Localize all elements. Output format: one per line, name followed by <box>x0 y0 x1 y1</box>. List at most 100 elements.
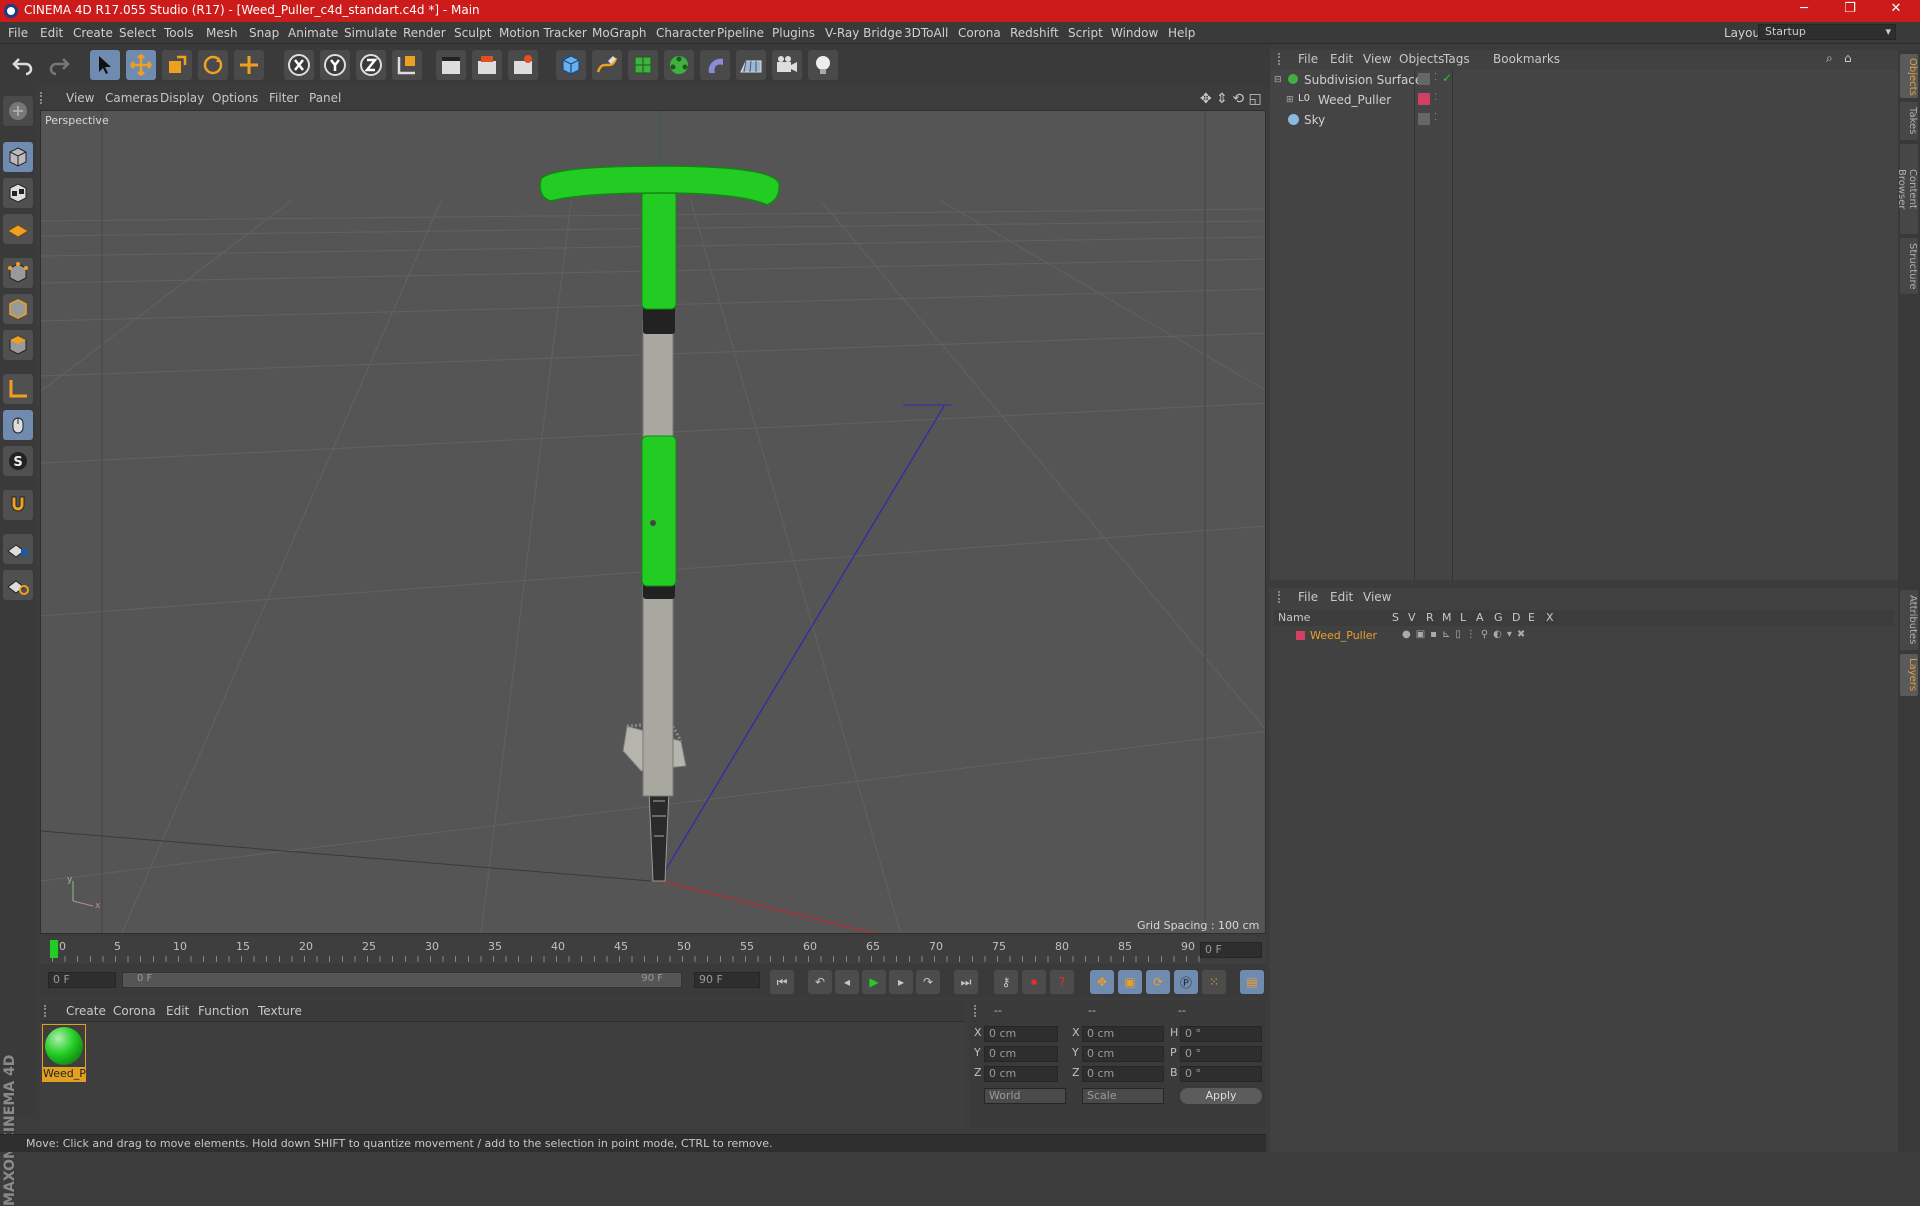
menu-create[interactable]: Create <box>73 26 113 40</box>
add-floor-button[interactable] <box>736 50 766 80</box>
x-axis-lock-button[interactable] <box>284 50 314 80</box>
layer-col-view[interactable]: V <box>1408 611 1416 624</box>
objects-menu-view[interactable]: View <box>1363 52 1391 66</box>
menu-character[interactable]: Character <box>656 26 715 40</box>
size-x-field[interactable]: 0 cm <box>1082 1026 1164 1042</box>
menu-sculpt[interactable]: Sculpt <box>454 26 491 40</box>
playhead[interactable] <box>50 940 58 958</box>
object-row-weed-puller[interactable]: ⊞ L0 Weed_Puller ⁚ <box>1270 90 1898 110</box>
visibility-dots-icon[interactable]: ⁚ <box>1434 112 1437 123</box>
collapse-icon[interactable]: ⊟ <box>1274 75 1282 85</box>
menu-3dtoall[interactable]: 3DToAll <box>904 26 948 40</box>
z-axis-lock-button[interactable] <box>356 50 386 80</box>
motion-record-button[interactable]: ⚷ <box>994 970 1018 994</box>
menu-edit[interactable]: Edit <box>40 26 63 40</box>
object-row-sky[interactable]: Sky ⁚ <box>1270 110 1898 130</box>
go-to-end-button[interactable]: ⏭ <box>954 970 978 994</box>
workplane-mode-button[interactable] <box>3 214 33 244</box>
menu-window[interactable]: Window <box>1111 26 1158 40</box>
add-array-button[interactable] <box>664 50 694 80</box>
timeline-ruler[interactable]: 0 5 10 15 20 25 30 35 40 45 50 55 60 65 … <box>40 936 1266 964</box>
key-scale-button[interactable]: ▣ <box>1118 970 1142 994</box>
menu-motion-tracker[interactable]: Motion Tracker <box>499 26 587 40</box>
visibility-dots-icon[interactable]: ⁚ <box>1434 92 1437 103</box>
add-spline-button[interactable] <box>592 50 622 80</box>
points-mode-button[interactable] <box>3 258 33 288</box>
add-light-button[interactable] <box>808 50 838 80</box>
add-deformer-button[interactable] <box>700 50 730 80</box>
enabled-check-icon[interactable]: ✓ <box>1442 71 1452 85</box>
tweak-mode-button[interactable] <box>3 410 33 440</box>
rotation-p-field[interactable]: 0 ° <box>1180 1046 1262 1062</box>
menu-pipeline[interactable]: Pipeline <box>717 26 764 40</box>
size-z-field[interactable]: 0 cm <box>1082 1066 1164 1082</box>
key-pla-button[interactable]: ⁙ <box>1202 970 1226 994</box>
frame-range-slider[interactable]: 0 F 90 F <box>122 972 682 988</box>
layout-dropdown[interactable]: Startup ▾ <box>1758 24 1896 40</box>
layer-col-deformers[interactable]: D <box>1512 611 1520 624</box>
viewport-menu-panel[interactable]: Panel <box>309 91 341 105</box>
layer-row[interactable]: Weed_Puller ●▣▪⊾▯⋮⚲◐▾✖ <box>1274 628 1894 644</box>
menu-mesh[interactable]: Mesh <box>206 26 238 40</box>
edges-mode-button[interactable] <box>3 294 33 324</box>
scale-tool-button[interactable] <box>162 50 192 80</box>
locked-workplane-button[interactable] <box>3 534 33 564</box>
search-icon[interactable]: ⌕ <box>1826 51 1833 66</box>
menu-tools[interactable]: Tools <box>164 26 194 40</box>
go-to-start-button[interactable]: ⏮ <box>770 970 794 994</box>
material-menu-texture[interactable]: Texture <box>258 1004 302 1018</box>
tab-takes[interactable]: Takes <box>1900 102 1918 140</box>
viewport-menu-view[interactable]: View <box>66 91 94 105</box>
snapping-button[interactable]: S <box>3 446 33 476</box>
layer-col-animation[interactable]: A <box>1476 611 1484 624</box>
home-icon[interactable]: ⌂ <box>1844 51 1852 65</box>
render-settings-button[interactable] <box>508 50 538 80</box>
previous-key-button[interactable]: ↶ <box>808 970 832 994</box>
visibility-dots-icon[interactable]: ⁚ <box>1434 72 1437 83</box>
model-mode-button[interactable] <box>3 142 33 172</box>
make-editable-button[interactable] <box>3 96 33 126</box>
next-key-button[interactable]: ↷ <box>916 970 940 994</box>
add-camera-button[interactable] <box>772 50 802 80</box>
current-frame-field[interactable]: 0 F <box>1200 942 1262 958</box>
coordinate-mode-dropdown[interactable]: World <box>984 1088 1066 1104</box>
render-picture-viewer-button[interactable] <box>472 50 502 80</box>
viewport-menu-filter[interactable]: Filter <box>269 91 299 105</box>
material-menu-corona[interactable]: Corona <box>113 1004 156 1018</box>
live-selection-button[interactable] <box>90 50 120 80</box>
timeline-window-button[interactable]: ▤ <box>1240 970 1264 994</box>
rotate-tool-button[interactable] <box>198 50 228 80</box>
viewport-menu-options[interactable]: Options <box>212 91 258 105</box>
maximize-button[interactable]: ❐ <box>1830 1 1870 16</box>
layer-toggle-icons[interactable]: ●▣▪⊾▯⋮⚲◐▾✖ <box>1402 629 1530 640</box>
redo-button[interactable] <box>44 50 74 80</box>
menu-corona[interactable]: Corona <box>958 26 1001 40</box>
layer-col-xref[interactable]: X <box>1546 611 1554 624</box>
material-menu-edit[interactable]: Edit <box>166 1004 189 1018</box>
menu-animate[interactable]: Animate <box>288 26 338 40</box>
apply-button[interactable]: Apply <box>1180 1088 1262 1104</box>
record-button[interactable]: ⏺ <box>1022 970 1046 994</box>
key-position-button[interactable]: ✥ <box>1090 970 1114 994</box>
key-parameter-button[interactable]: Ⓟ <box>1174 970 1198 994</box>
polygons-mode-button[interactable] <box>3 330 33 360</box>
render-view-button[interactable] <box>436 50 466 80</box>
viewport-navigate-icons[interactable]: ✥ ⇕ ⟲ ◱ <box>1200 91 1262 107</box>
perspective-viewport[interactable]: Perspective y x Grid Spacing : 100 cm <box>40 110 1266 934</box>
layer-col-render[interactable]: R <box>1426 611 1434 624</box>
undo-button[interactable] <box>8 50 38 80</box>
menu-help[interactable]: Help <box>1168 26 1195 40</box>
menu-redshift[interactable]: Redshift <box>1010 26 1059 40</box>
tab-objects[interactable]: Objects <box>1900 54 1918 98</box>
end-frame-field[interactable]: 90 F <box>694 972 760 988</box>
layer-col-expressions[interactable]: E <box>1528 611 1535 624</box>
objects-menu-objects[interactable]: Objects <box>1399 52 1444 66</box>
position-z-field[interactable]: 0 cm <box>984 1066 1058 1082</box>
menu-simulate[interactable]: Simulate <box>344 26 397 40</box>
texture-mode-button[interactable] <box>3 178 33 208</box>
planar-workplane-button[interactable] <box>3 570 33 600</box>
enable-snap-button[interactable] <box>3 490 33 520</box>
coordinate-system-button[interactable] <box>392 50 422 80</box>
key-rotation-button[interactable]: ⟳ <box>1146 970 1170 994</box>
layers-menu-edit[interactable]: Edit <box>1330 590 1353 604</box>
